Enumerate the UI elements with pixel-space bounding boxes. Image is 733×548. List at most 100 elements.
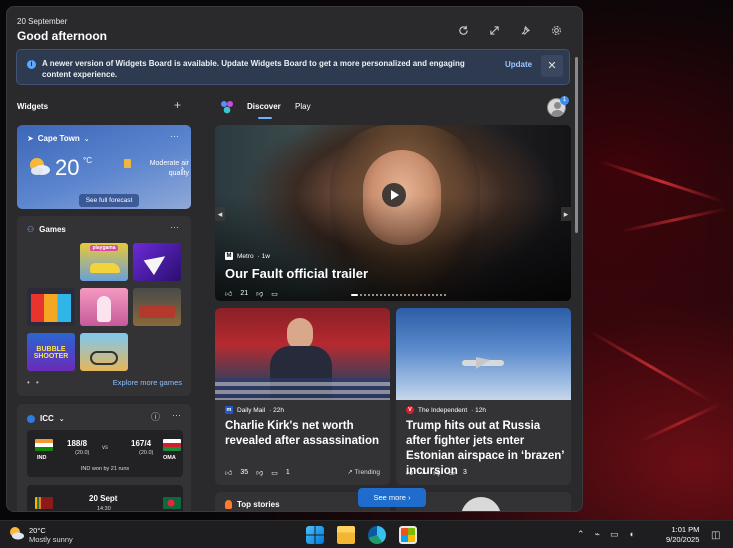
taskbar-weather[interactable]: 20°C Mostly sunny	[8, 526, 73, 544]
chevron-up-icon[interactable]: ⌃	[577, 529, 585, 540]
pager-dot[interactable]	[396, 294, 398, 296]
games-title-text: Games	[39, 225, 66, 234]
next-arrow-icon[interactable]: ▸	[561, 207, 571, 221]
pager-dot[interactable]	[372, 294, 374, 296]
pager-dot[interactable]	[364, 294, 366, 296]
pager-dot[interactable]	[392, 294, 394, 296]
file-explorer-icon[interactable]	[337, 526, 355, 544]
hero-source: M Metro · 1w	[225, 252, 270, 260]
tab-discover[interactable]: Discover	[247, 102, 281, 111]
pin-icon[interactable]	[519, 24, 531, 36]
icc-title[interactable]: ICC ⌄	[27, 414, 65, 423]
like-icon[interactable]: 👍︎	[225, 468, 232, 477]
games-more-button[interactable]: ···	[170, 222, 179, 232]
chevron-right-icon: ›	[408, 493, 411, 502]
notification-icon[interactable]: ◫	[711, 530, 720, 541]
news-card[interactable]: V The Independent · 12h Trump hits out a…	[396, 308, 571, 485]
game-tile[interactable]	[133, 288, 181, 326]
previous-arrow-icon[interactable]: ◂	[215, 207, 225, 221]
comment-icon[interactable]: ▭	[271, 469, 278, 477]
match-card[interactable]: IND 188/8 (20.0) vs 167/4 (20.0) OMA IND…	[27, 430, 183, 477]
like-icon[interactable]: 👍︎	[406, 468, 413, 477]
expand-icon[interactable]	[488, 24, 500, 36]
dislike-icon[interactable]: 👎︎	[433, 468, 440, 477]
network-icon[interactable]: ⌁	[595, 529, 600, 540]
pager-dot[interactable]	[424, 294, 426, 296]
explore-more-games-link[interactable]: Explore more games	[113, 378, 182, 387]
pager-dot[interactable]	[408, 294, 410, 296]
refresh-icon[interactable]	[457, 24, 469, 36]
hero-story[interactable]: ◂ ▸ M Metro · 1w Our Fault official trai…	[215, 125, 571, 301]
news-card[interactable]: m Daily Mail · 22h Charlie Kirk's net wo…	[215, 308, 390, 485]
hero-headline[interactable]: Our Fault official trailer	[225, 266, 368, 281]
comment-icon[interactable]: ▭	[448, 469, 455, 477]
taskbar-clock[interactable]: 1:01 PM 9/20/2025	[666, 525, 699, 545]
copilot-icon[interactable]	[220, 100, 234, 114]
windows-start-icon[interactable]	[306, 526, 324, 544]
pager-dot[interactable]	[404, 294, 406, 296]
weather-more-button[interactable]: ···	[170, 131, 179, 141]
team1-overs: (20.0)	[75, 450, 90, 456]
like-icon[interactable]: 👍︎	[225, 289, 232, 298]
match-card[interactable]: 20 Sept 14:30	[27, 485, 183, 511]
tab-play[interactable]: Play	[295, 102, 311, 111]
pager-dot[interactable]	[368, 294, 370, 296]
game-tile[interactable]: BUBBLE SHOOTER	[27, 333, 75, 371]
icc-more-button[interactable]: ···	[172, 410, 181, 423]
pager-dot[interactable]	[440, 294, 442, 296]
comment-icon[interactable]: ▭	[271, 290, 278, 298]
team1-name: IND	[37, 455, 47, 461]
pager-dot[interactable]	[432, 294, 434, 296]
dislike-icon[interactable]: 👎︎	[256, 468, 263, 477]
match-result: IND won by 21 runs	[80, 466, 130, 472]
settings-icon[interactable]	[550, 24, 562, 36]
taskbar-weather-desc: Mostly sunny	[29, 535, 73, 544]
news-headline[interactable]: Charlie Kirk's net worth revealed after …	[225, 419, 387, 449]
game-tile[interactable]	[27, 288, 75, 326]
play-icon[interactable]	[382, 183, 406, 207]
edge-icon[interactable]	[368, 526, 386, 544]
news-source: V The Independent · 12h	[406, 406, 486, 414]
chevron-right-icon[interactable]: ›	[181, 163, 184, 173]
comment-count: 3	[462, 469, 467, 476]
game-tile[interactable]	[80, 288, 128, 326]
scrollbar[interactable]	[575, 57, 578, 233]
carousel-pager[interactable]	[351, 294, 446, 297]
pager-dot[interactable]	[412, 294, 414, 296]
see-more-button[interactable]: See more ›	[358, 488, 426, 507]
display-icon[interactable]: ▭	[610, 529, 619, 540]
games-icon: ⚇	[27, 225, 35, 234]
pager-dot[interactable]	[388, 294, 390, 296]
games-pager[interactable]: • •	[27, 378, 41, 387]
game-tile[interactable]	[133, 243, 181, 281]
pager-dot[interactable]	[416, 294, 418, 296]
pager-dot[interactable]	[428, 294, 430, 296]
pager-dot[interactable]	[360, 294, 362, 296]
news-card-image	[461, 497, 501, 511]
game-tile[interactable]	[80, 333, 128, 371]
games-title: ⚇ Games	[27, 225, 66, 234]
pager-dot[interactable]	[351, 294, 358, 296]
pager-dot[interactable]	[400, 294, 402, 296]
pager-dot[interactable]	[376, 294, 378, 296]
weather-location[interactable]: ➤ Cape Town ⌄	[27, 134, 90, 143]
pager-dot[interactable]	[384, 294, 386, 296]
avatar-body	[551, 110, 564, 116]
chevron-down-icon: ⌄	[58, 415, 65, 423]
pager-dot[interactable]	[380, 294, 382, 296]
volume-icon[interactable]: ◖	[628, 529, 633, 540]
info-icon[interactable]: ⓘ	[151, 410, 160, 423]
close-banner-button[interactable]: ✕	[541, 55, 563, 77]
store-icon[interactable]	[399, 526, 417, 544]
see-full-forecast-button[interactable]: See full forecast	[79, 194, 139, 207]
match-date: 20 Sept	[89, 494, 118, 503]
pager-dot[interactable]	[436, 294, 438, 296]
india-flag-icon	[35, 439, 53, 451]
update-link[interactable]: Update	[505, 60, 532, 69]
weather-widget[interactable]: ➤ Cape Town ⌄ ··· 20 °C Moderate air qua…	[17, 125, 191, 209]
pager-dot[interactable]	[444, 294, 446, 296]
game-tile[interactable]: playgama	[80, 243, 128, 281]
pager-dot[interactable]	[420, 294, 422, 296]
dislike-icon[interactable]: 👎︎	[256, 289, 263, 298]
add-widget-button[interactable]: +	[174, 98, 181, 112]
